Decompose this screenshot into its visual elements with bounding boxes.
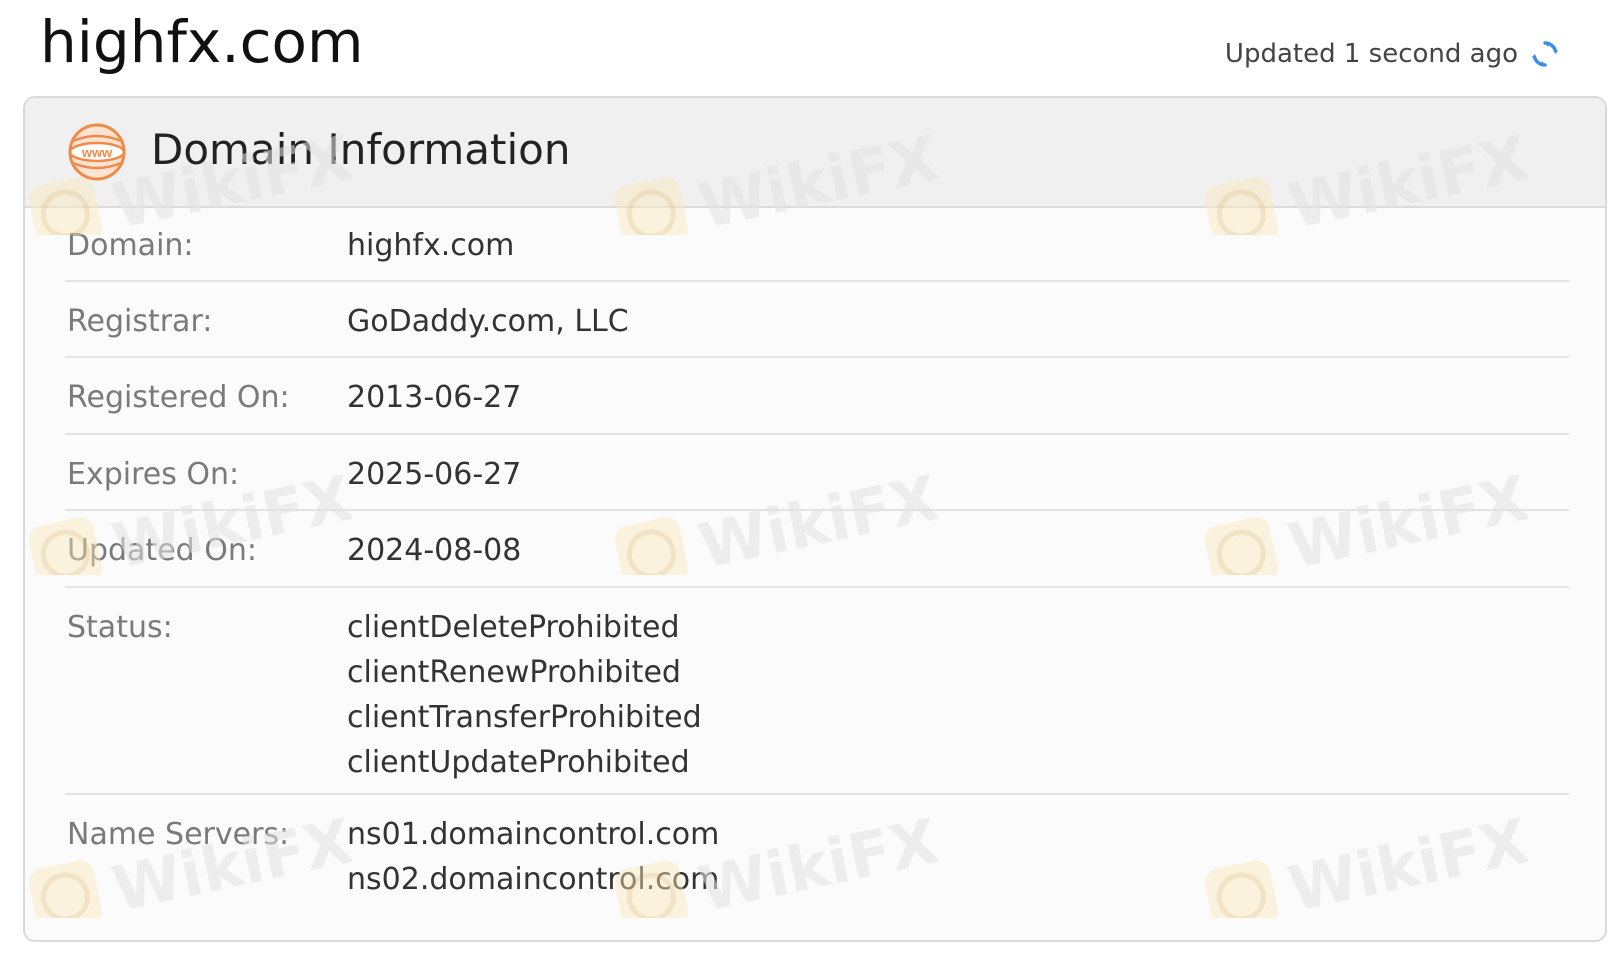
updated-text: Updated 1 second ago: [1224, 39, 1518, 69]
row-domain: Domain: highfx.com: [65, 206, 1569, 282]
row-updated-on: Updated On: 2024-08-08: [65, 511, 1569, 588]
value-line: ns01.domaincontrol.com: [347, 817, 720, 852]
value-line: GoDaddy.com, LLC: [347, 304, 629, 339]
row-label: Name Servers:: [67, 817, 290, 852]
row-label: Updated On:: [67, 533, 257, 568]
value-line: clientUpdateProhibited: [347, 745, 690, 780]
row-label: Expires On:: [67, 457, 240, 492]
card-title: Domain Information: [151, 125, 571, 174]
value-line: clientDeleteProhibited: [347, 610, 680, 645]
row-registered-on: Registered On: 2013-06-27: [65, 358, 1569, 435]
row-name-servers: Name Servers: ns01.domaincontrol.com ns0…: [65, 795, 1569, 917]
row-registrar: Registrar: GoDaddy.com, LLC: [65, 282, 1569, 358]
refresh-icon[interactable]: [1528, 37, 1562, 71]
row-value: 2025-06-27: [347, 452, 521, 497]
value-line: clientRenewProhibited: [347, 655, 681, 690]
row-label: Registrar:: [67, 304, 213, 339]
row-value: clientDeleteProhibited clientRenewProhib…: [347, 605, 702, 785]
updated-status: Updated 1 second ago: [1225, 32, 1562, 76]
card-header: www Domain Information: [25, 98, 1605, 208]
value-line: 2025-06-27: [347, 457, 522, 492]
row-label: Registered On:: [67, 380, 290, 415]
row-value: GoDaddy.com, LLC: [347, 299, 629, 344]
www-icon: www: [67, 122, 127, 182]
row-label: Domain:: [67, 228, 194, 263]
row-value: highfx.com: [347, 223, 514, 268]
value-line: 2013-06-27: [347, 380, 522, 415]
info-rows: Domain: highfx.com Registrar: GoDaddy.co…: [65, 206, 1569, 917]
row-value: ns01.domaincontrol.com ns02.domaincontro…: [347, 812, 719, 902]
row-expires-on: Expires On: 2025-06-27: [65, 435, 1569, 511]
value-line: 2024-08-08: [347, 533, 522, 568]
value-line: ns02.domaincontrol.com: [347, 862, 720, 897]
row-value: 2024-08-08: [347, 528, 521, 573]
row-label: Status:: [67, 610, 173, 645]
page-title: highfx.com: [40, 8, 364, 76]
row-status: Status: clientDeleteProhibited clientRen…: [65, 588, 1569, 795]
domain-info-card: www Domain Information Domain: highfx.co…: [23, 96, 1607, 942]
www-icon-text: www: [81, 145, 113, 160]
row-value: 2013-06-27: [347, 375, 521, 420]
value-line: highfx.com: [347, 228, 515, 263]
value-line: clientTransferProhibited: [347, 700, 702, 735]
